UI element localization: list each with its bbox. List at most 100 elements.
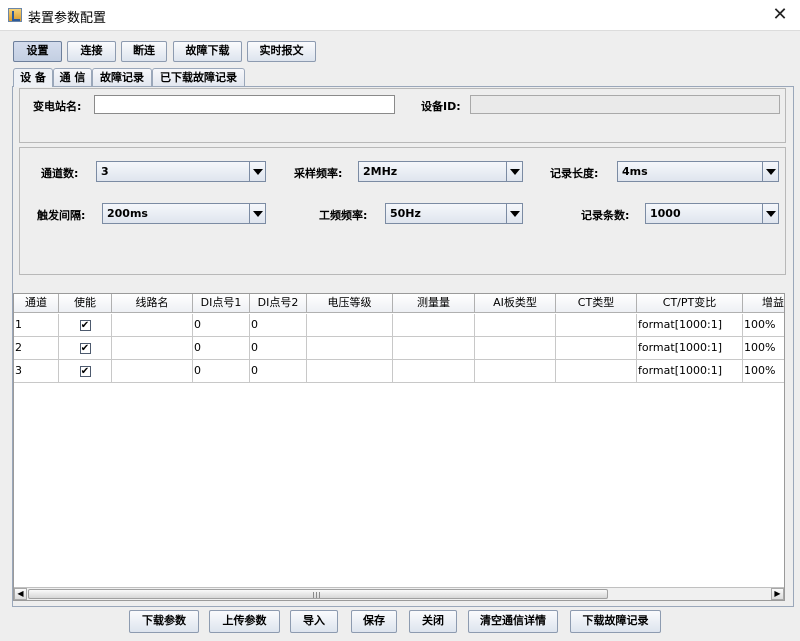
cell-di2[interactable]: 0 [250,337,307,360]
tab-fault-records[interactable]: 故障记录 [92,68,152,86]
tab-downloaded-fault-records[interactable]: 已下载故障记录 [152,68,245,86]
cell-voltage[interactable] [307,360,393,383]
horizontal-scrollbar[interactable]: ◀ ▶ [14,587,784,600]
column-header[interactable]: DI点号2 [250,294,307,313]
cell-gain[interactable]: 100% [743,314,784,337]
cell-ai-type[interactable] [475,360,556,383]
trigger-interval-label: 触发间隔: [37,209,86,222]
cell-channel[interactable]: 2 [14,337,59,360]
tab-device[interactable]: 设 备 [13,68,53,87]
chevron-down-icon [762,204,778,223]
trigger-interval-combo[interactable]: 200ms [102,203,266,224]
java-app-icon [8,8,22,22]
station-name-input[interactable] [94,95,395,114]
cell-enabled[interactable]: ✔ [59,337,112,360]
power-frequency-combo[interactable]: 50Hz [385,203,523,224]
cell-enabled[interactable]: ✔ [59,360,112,383]
cell-line-name[interactable] [112,360,193,383]
cell-di2[interactable]: 0 [250,314,307,337]
checkbox[interactable]: ✔ [79,319,91,331]
download-params-button[interactable]: 下载参数 [129,610,199,633]
column-header[interactable]: 测量量 [393,294,475,313]
cell-gain[interactable]: 100% [743,360,784,383]
column-header[interactable]: 增益 [743,294,784,313]
close-button[interactable]: 关闭 [409,610,457,633]
cell-line-name[interactable] [112,314,193,337]
import-button[interactable]: 导入 [290,610,338,633]
channels-combo[interactable]: 3 [96,161,266,182]
column-header[interactable]: 使能 [59,294,112,313]
cell-ai-type[interactable] [475,314,556,337]
checkbox[interactable]: ✔ [79,342,91,354]
column-header[interactable]: 线路名 [112,294,193,313]
record-count-value: 1000 [650,207,681,220]
save-button[interactable]: 保存 [351,610,397,633]
cell-di2[interactable]: 0 [250,360,307,383]
sample-rate-combo[interactable]: 2MHz [358,161,523,182]
column-header[interactable]: DI点号1 [193,294,250,313]
record-length-label: 记录长度: [550,167,599,180]
cell-ratio[interactable]: format[1000:1] [637,360,743,383]
grip-line [319,592,320,598]
checkbox[interactable]: ✔ [79,365,91,377]
cell-di1[interactable]: 0 [193,360,250,383]
chevron-down-icon [506,204,522,223]
upload-params-button[interactable]: 上传参数 [209,610,280,633]
scroll-left-icon[interactable]: ◀ [14,588,27,600]
sample-rate-label: 采样频率: [294,167,343,180]
channel-table: 通道 使能 线路名 DI点号1 DI点号2 电压等级 测量量 AI板类型 CT类… [13,293,785,601]
cell-voltage[interactable] [307,314,393,337]
cell-ratio[interactable]: format[1000:1] [637,337,743,360]
realtime-message-button[interactable]: 实时报文 [247,41,316,62]
settings-button[interactable]: 设置 [13,41,62,62]
channels-value: 3 [101,165,109,178]
scroll-right-icon[interactable]: ▶ [771,588,784,600]
table-row[interactable]: 1 ✔ 0 0 format[1000:1] 100% [14,314,784,337]
cell-measure[interactable] [393,314,475,337]
table-row[interactable]: 2 ✔ 0 0 format[1000:1] 100% [14,337,784,360]
column-header[interactable]: 通道 [14,294,59,313]
cell-line-name[interactable] [112,337,193,360]
column-header[interactable]: 电压等级 [307,294,393,313]
cell-ct-type[interactable] [556,360,637,383]
cell-ai-type[interactable] [475,337,556,360]
tab-communication[interactable]: 通 信 [53,68,92,86]
column-header[interactable]: CT/PT变比 [637,294,743,313]
scrollbar-thumb[interactable] [28,589,608,599]
cell-di1[interactable]: 0 [193,314,250,337]
cell-measure[interactable] [393,337,475,360]
clear-comm-details-button[interactable]: 清空通信详情 [468,610,558,633]
cell-ct-type[interactable] [556,337,637,360]
record-length-combo[interactable]: 4ms [617,161,779,182]
cell-measure[interactable] [393,360,475,383]
cell-gain[interactable]: 100% [743,337,784,360]
column-header[interactable]: AI板类型 [475,294,556,313]
station-name-label: 变电站名: [33,100,82,113]
chevron-down-icon [506,162,522,181]
record-count-combo[interactable]: 1000 [645,203,779,224]
cell-ct-type[interactable] [556,314,637,337]
power-frequency-value: 50Hz [390,207,421,220]
sample-rate-value: 2MHz [363,165,398,178]
device-id-input[interactable] [470,95,780,114]
cell-di1[interactable]: 0 [193,337,250,360]
cell-enabled[interactable]: ✔ [59,314,112,337]
cell-channel[interactable]: 1 [14,314,59,337]
disconnect-button[interactable]: 断连 [121,41,167,62]
cell-ratio[interactable]: format[1000:1] [637,314,743,337]
cell-channel[interactable]: 3 [14,360,59,383]
grip-line [316,592,317,598]
channels-label: 通道数: [41,167,79,180]
station-group: 变电站名: 设备ID: [19,88,786,143]
close-icon[interactable]: ✕ [768,3,792,27]
column-header[interactable]: CT类型 [556,294,637,313]
grip-line [313,592,314,598]
fault-download-button[interactable]: 故障下载 [173,41,242,62]
connect-button[interactable]: 连接 [67,41,116,62]
record-length-value: 4ms [622,165,648,178]
download-fault-records-button[interactable]: 下载故障记录 [570,610,661,633]
window-title: 装置参数配置 [28,11,107,26]
cell-voltage[interactable] [307,337,393,360]
table-row[interactable]: 3 ✔ 0 0 format[1000:1] 100% [14,360,784,383]
table-header: 通道 使能 线路名 DI点号1 DI点号2 电压等级 测量量 AI板类型 CT类… [14,294,784,313]
